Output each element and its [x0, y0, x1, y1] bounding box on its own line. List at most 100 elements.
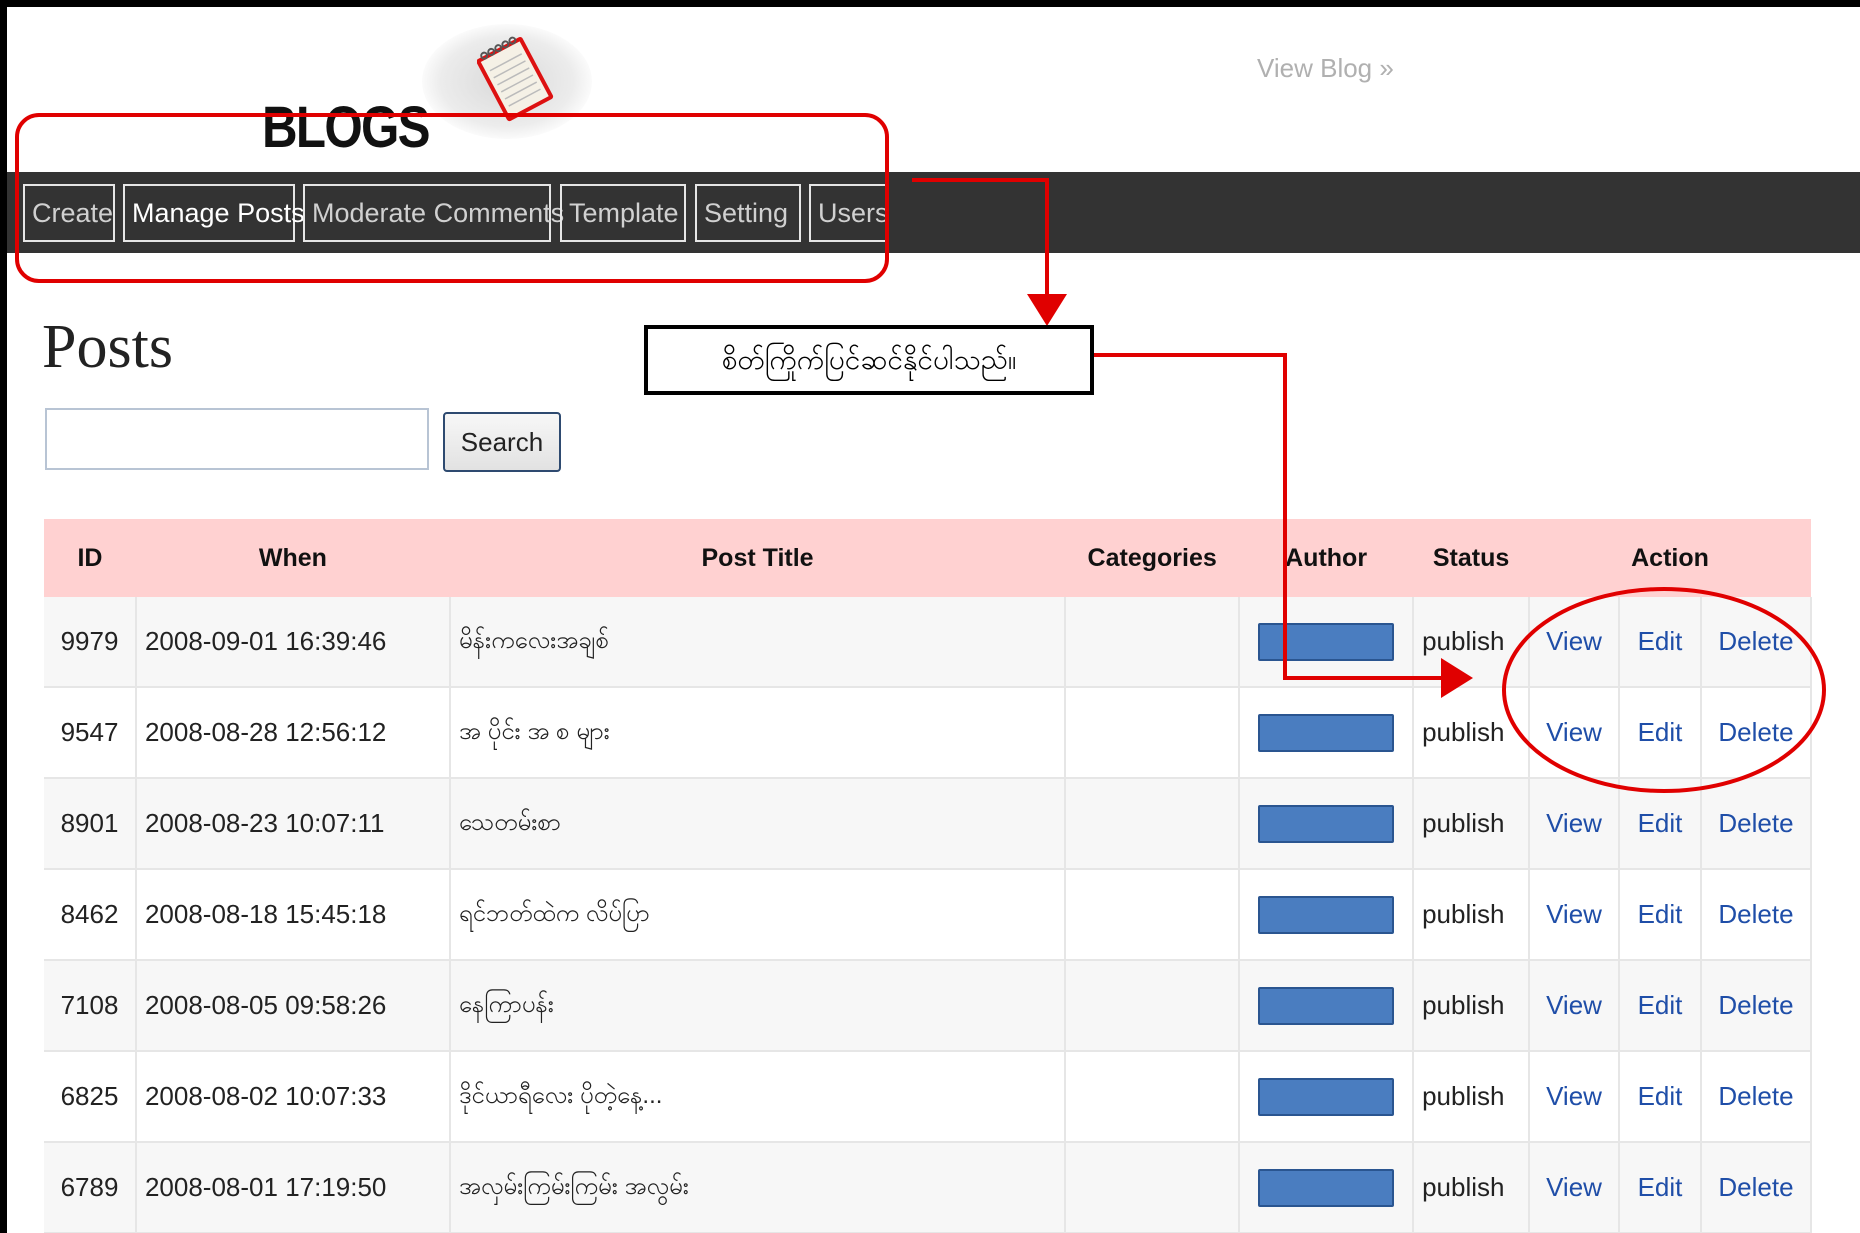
blog-admin-screen: BLOGS View Blog » Create Manage Posts Mo…: [7, 7, 1860, 1233]
delete-link[interactable]: Delete: [1718, 717, 1793, 747]
post-date: 2008-08-01 17:19:50: [135, 1142, 451, 1233]
view-link[interactable]: View: [1546, 808, 1602, 838]
table-row: 7108 2008-08-05 09:58:26 နေကြာပန်း publi…: [44, 960, 1813, 1052]
post-categories: [1065, 1142, 1241, 1233]
view-link[interactable]: View: [1546, 990, 1602, 1020]
post-author: [1239, 597, 1415, 688]
post-id: 6789: [44, 1142, 137, 1233]
header-id: ID: [44, 519, 136, 597]
header-status: Status: [1413, 519, 1530, 597]
post-date: 2008-08-18 15:45:18: [135, 869, 451, 961]
notepad-icon: [477, 36, 554, 122]
post-author: [1239, 960, 1415, 1052]
edit-link[interactable]: Edit: [1638, 1172, 1683, 1202]
post-title: အ ပိုင်း အ စ များ: [449, 687, 1067, 779]
post-status: publish: [1413, 960, 1531, 1052]
edit-link[interactable]: Edit: [1638, 808, 1683, 838]
tab-manage-posts[interactable]: Manage Posts: [123, 184, 305, 242]
author-redaction: [1258, 986, 1395, 1025]
post-categories: [1065, 597, 1241, 688]
tab-setting[interactable]: Setting: [695, 184, 801, 242]
post-status: publish: [1413, 597, 1531, 688]
header-categories: Categories: [1065, 519, 1240, 597]
table-row: 9979 2008-09-01 16:39:46 မိန်းကလေးအချစ် …: [44, 597, 1813, 688]
post-id: 9979: [44, 597, 137, 688]
post-categories: [1065, 687, 1241, 779]
blogs-logo[interactable]: BLOGS: [262, 19, 602, 169]
search-input[interactable]: [45, 408, 429, 470]
table-row: 6825 2008-08-02 10:07:33 ဒိုင်ယာရီလေး ပိ…: [44, 1051, 1813, 1143]
post-id: 7108: [44, 960, 137, 1052]
table-row: 8901 2008-08-23 10:07:11 သေတမ်းစာ publis…: [44, 778, 1813, 870]
post-author: [1239, 1051, 1415, 1143]
delete-link[interactable]: Delete: [1718, 899, 1793, 929]
post-title: ဒိုင်ယာရီလေး ပိုတဲ့နေ့...: [449, 1051, 1067, 1143]
post-date: 2008-08-28 12:56:12: [135, 687, 451, 779]
author-redaction: [1258, 713, 1395, 752]
edit-link[interactable]: Edit: [1638, 899, 1683, 929]
tab-create[interactable]: Create: [23, 184, 115, 242]
page-title: Posts: [42, 313, 173, 381]
view-blog-link[interactable]: View Blog »: [1257, 53, 1394, 84]
header-when: When: [135, 519, 450, 597]
edit-link[interactable]: Edit: [1638, 717, 1683, 747]
post-status: publish: [1413, 778, 1531, 870]
author-redaction: [1258, 895, 1395, 934]
search-button[interactable]: Search: [443, 412, 561, 472]
post-date: 2008-08-02 10:07:33: [135, 1051, 451, 1143]
post-title: မိန်းကလေးအချစ်: [449, 597, 1067, 688]
post-status: publish: [1413, 1051, 1531, 1143]
post-id: 9547: [44, 687, 137, 779]
tab-template[interactable]: Template: [560, 184, 686, 242]
post-title: အလှမ်းကြမ်းကြမ်း အလွမ်း: [449, 1142, 1067, 1233]
author-redaction: [1258, 804, 1395, 843]
post-status: publish: [1413, 869, 1531, 961]
delete-link[interactable]: Delete: [1718, 1081, 1793, 1111]
table-row: 9547 2008-08-28 12:56:12 အ ပိုင်း အ စ မျ…: [44, 687, 1813, 779]
edit-link[interactable]: Edit: [1638, 990, 1683, 1020]
post-title: နေကြာပန်း: [449, 960, 1067, 1052]
header-action: Action: [1529, 519, 1811, 597]
post-categories: [1065, 1051, 1241, 1143]
post-id: 8462: [44, 869, 137, 961]
post-id: 6825: [44, 1051, 137, 1143]
delete-link[interactable]: Delete: [1718, 1172, 1793, 1202]
nav-bar: Create Manage Posts Moderate Comments Te…: [7, 172, 1860, 253]
post-author: [1239, 869, 1415, 961]
tab-users[interactable]: Users: [809, 184, 889, 242]
post-status: publish: [1413, 687, 1531, 779]
table-row: 6789 2008-08-01 17:19:50 အလှမ်းကြမ်းကြမ်…: [44, 1142, 1813, 1233]
view-link[interactable]: View: [1546, 626, 1602, 656]
delete-link[interactable]: Delete: [1718, 990, 1793, 1020]
post-author: [1239, 687, 1415, 779]
callout-note: စိတ်ကြိုက်ပြင်ဆင်နိုင်ပါသည်။: [644, 325, 1094, 395]
header-author: Author: [1239, 519, 1414, 597]
post-categories: [1065, 869, 1241, 961]
table-header-row: ID When Post Title Categories Author Sta…: [44, 519, 1811, 597]
post-status: publish: [1413, 1142, 1531, 1233]
table-row: 8462 2008-08-18 15:45:18 ရင်ဘတ်ထဲက လိပ်ပ…: [44, 869, 1813, 961]
author-redaction: [1258, 622, 1395, 661]
author-redaction: [1258, 1168, 1395, 1207]
post-author: [1239, 1142, 1415, 1233]
post-id: 8901: [44, 778, 137, 870]
delete-link[interactable]: Delete: [1718, 626, 1793, 656]
delete-link[interactable]: Delete: [1718, 808, 1793, 838]
post-date: 2008-08-23 10:07:11: [135, 778, 451, 870]
view-link[interactable]: View: [1546, 1172, 1602, 1202]
tab-moderate-comments[interactable]: Moderate Comments: [303, 184, 564, 242]
view-link[interactable]: View: [1546, 1081, 1602, 1111]
posts-table: ID When Post Title Categories Author Sta…: [44, 519, 1813, 1233]
edit-link[interactable]: Edit: [1638, 626, 1683, 656]
post-title: သေတမ်းစာ: [449, 778, 1067, 870]
edit-link[interactable]: Edit: [1638, 1081, 1683, 1111]
view-link[interactable]: View: [1546, 899, 1602, 929]
header-post-title: Post Title: [449, 519, 1066, 597]
post-categories: [1065, 960, 1241, 1052]
view-link[interactable]: View: [1546, 717, 1602, 747]
author-redaction: [1258, 1077, 1395, 1116]
post-categories: [1065, 778, 1241, 870]
post-author: [1239, 778, 1415, 870]
post-title: ရင်ဘတ်ထဲက လိပ်ပြာ: [449, 869, 1067, 961]
logo-text: BLOGS: [262, 95, 431, 160]
